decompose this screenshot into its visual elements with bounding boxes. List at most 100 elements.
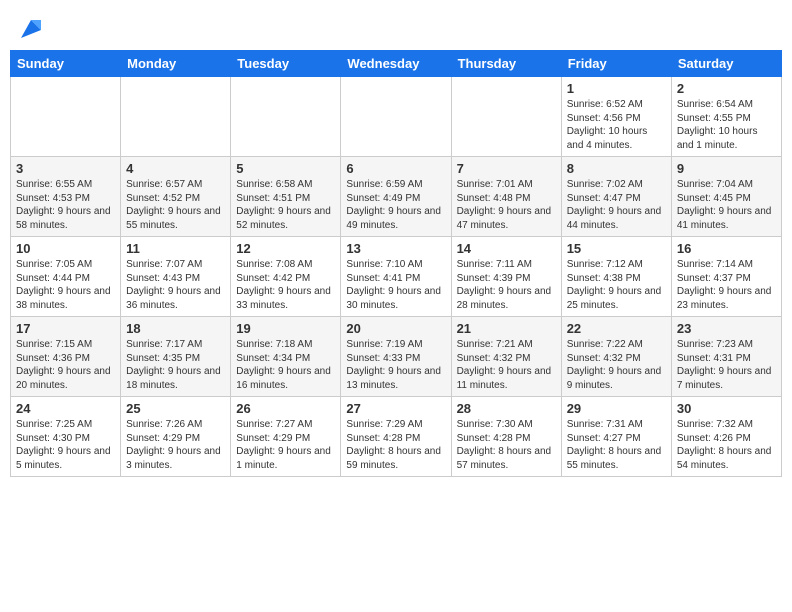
calendar-cell: 21Sunrise: 7:21 AM Sunset: 4:32 PM Dayli… [451, 317, 561, 397]
calendar-week-2: 3Sunrise: 6:55 AM Sunset: 4:53 PM Daylig… [11, 157, 782, 237]
calendar-cell: 5 Sunrise: 6:58 AM Sunset: 4:51 PM Daylig… [231, 157, 341, 237]
calendar-cell: 3Sunrise: 6:55 AM Sunset: 4:53 PM Daylig… [11, 157, 121, 237]
logo [10, 10, 45, 42]
day-number: 30 [677, 401, 776, 416]
day-number: 21 [457, 321, 556, 336]
day-number: 9 [677, 161, 776, 176]
weekday-header-friday: Friday [561, 51, 671, 77]
day-number: 17 [16, 321, 115, 336]
day-number: 10 [16, 241, 115, 256]
calendar-cell [341, 77, 451, 157]
calendar-cell: 26 Sunrise: 7:27 AM Sunset: 4:29 PM Dayli… [231, 397, 341, 477]
calendar-cell: 17 Sunrise: 7:15 AM Sunset: 4:36 PM Dayli… [11, 317, 121, 397]
day-info: Sunrise: 7:15 AM Sunset: 4:36 PM Dayligh… [16, 338, 115, 392]
calendar-cell: 2Sunrise: 6:54 AM Sunset: 4:55 PM Daylig… [671, 77, 781, 157]
calendar-week-3: 10 Sunrise: 7:05 AM Sunset: 4:44 PM Dayli… [11, 237, 782, 317]
calendar-cell [451, 77, 561, 157]
calendar-cell: 30 Sunrise: 7:32 AM Sunset: 4:26 PM Dayli… [671, 397, 781, 477]
calendar-cell: 14 Sunrise: 7:11 AM Sunset: 4:39 PM Dayli… [451, 237, 561, 317]
day-info: Sunrise: 7:01 AM Sunset: 4:48 PM Dayligh… [457, 178, 556, 232]
day-info: Sunrise: 7:02 AM Sunset: 4:47 PM Dayligh… [567, 178, 666, 232]
day-info: Sunrise: 7:25 AM Sunset: 4:30 PM Dayligh… [16, 418, 115, 472]
calendar-table: SundayMondayTuesdayWednesdayThursdayFrid… [10, 50, 782, 477]
calendar-cell: 29 Sunrise: 7:31 AM Sunset: 4:27 PM Dayli… [561, 397, 671, 477]
day-info: Sunrise: 7:30 AM Sunset: 4:28 PM Dayligh… [457, 418, 556, 472]
calendar-cell: 1 Sunrise: 6:52 AM Sunset: 4:56 PM Daylig… [561, 77, 671, 157]
logo-icon [13, 10, 45, 42]
weekday-header-saturday: Saturday [671, 51, 781, 77]
day-info: Sunrise: 7:18 AM Sunset: 4:34 PM Dayligh… [236, 338, 335, 392]
day-info: Sunrise: 7:05 AM Sunset: 4:44 PM Dayligh… [16, 258, 115, 312]
calendar-cell: 18 Sunrise: 7:17 AM Sunset: 4:35 PM Dayli… [121, 317, 231, 397]
day-number: 23 [677, 321, 776, 336]
day-number: 22 [567, 321, 666, 336]
calendar-cell [11, 77, 121, 157]
day-number: 19 [236, 321, 335, 336]
day-number: 7 [457, 161, 556, 176]
weekday-header-thursday: Thursday [451, 51, 561, 77]
day-info: Sunrise: 7:08 AM Sunset: 4:42 PM Dayligh… [236, 258, 335, 312]
day-info: Sunrise: 7:17 AM Sunset: 4:35 PM Dayligh… [126, 338, 225, 392]
calendar-cell: 28 Sunrise: 7:30 AM Sunset: 4:28 PM Dayli… [451, 397, 561, 477]
calendar-cell: 13 Sunrise: 7:10 AM Sunset: 4:41 PM Dayli… [341, 237, 451, 317]
weekday-header-sunday: Sunday [11, 51, 121, 77]
calendar-cell: 12 Sunrise: 7:08 AM Sunset: 4:42 PM Dayli… [231, 237, 341, 317]
calendar-cell: 4 Sunrise: 6:57 AM Sunset: 4:52 PM Daylig… [121, 157, 231, 237]
day-number: 6 [346, 161, 445, 176]
day-info: Sunrise: 7:32 AM Sunset: 4:26 PM Dayligh… [677, 418, 776, 472]
day-info: Sunrise: 6:55 AM Sunset: 4:53 PM Dayligh… [16, 178, 115, 232]
calendar-cell: 19 Sunrise: 7:18 AM Sunset: 4:34 PM Dayli… [231, 317, 341, 397]
day-info: Sunrise: 7:07 AM Sunset: 4:43 PM Dayligh… [126, 258, 225, 312]
calendar-cell: 22 Sunrise: 7:22 AM Sunset: 4:32 PM Dayli… [561, 317, 671, 397]
day-number: 1 [567, 81, 666, 96]
calendar-cell: 16Sunrise: 7:14 AM Sunset: 4:37 PM Dayli… [671, 237, 781, 317]
day-info: Sunrise: 7:22 AM Sunset: 4:32 PM Dayligh… [567, 338, 666, 392]
weekday-header-wednesday: Wednesday [341, 51, 451, 77]
day-number: 25 [126, 401, 225, 416]
day-info: Sunrise: 7:29 AM Sunset: 4:28 PM Dayligh… [346, 418, 445, 472]
calendar-cell [121, 77, 231, 157]
day-number: 26 [236, 401, 335, 416]
calendar-cell: 23 Sunrise: 7:23 AM Sunset: 4:31 PM Dayli… [671, 317, 781, 397]
day-number: 12 [236, 241, 335, 256]
calendar-cell: 20Sunrise: 7:19 AM Sunset: 4:33 PM Dayli… [341, 317, 451, 397]
calendar-cell: 15Sunrise: 7:12 AM Sunset: 4:38 PM Dayli… [561, 237, 671, 317]
day-info: Sunrise: 7:23 AM Sunset: 4:31 PM Dayligh… [677, 338, 776, 392]
day-number: 11 [126, 241, 225, 256]
calendar-cell: 10 Sunrise: 7:05 AM Sunset: 4:44 PM Dayli… [11, 237, 121, 317]
calendar-cell: 24Sunrise: 7:25 AM Sunset: 4:30 PM Dayli… [11, 397, 121, 477]
day-number: 16 [677, 241, 776, 256]
calendar-cell: 7 Sunrise: 7:01 AM Sunset: 4:48 PM Daylig… [451, 157, 561, 237]
day-info: Sunrise: 7:26 AM Sunset: 4:29 PM Dayligh… [126, 418, 225, 472]
calendar-week-5: 24Sunrise: 7:25 AM Sunset: 4:30 PM Dayli… [11, 397, 782, 477]
day-info: Sunrise: 6:59 AM Sunset: 4:49 PM Dayligh… [346, 178, 445, 232]
page: SundayMondayTuesdayWednesdayThursdayFrid… [0, 0, 792, 612]
day-number: 28 [457, 401, 556, 416]
day-info: Sunrise: 7:04 AM Sunset: 4:45 PM Dayligh… [677, 178, 776, 232]
day-info: Sunrise: 6:52 AM Sunset: 4:56 PM Dayligh… [567, 98, 666, 152]
calendar-cell: 25 Sunrise: 7:26 AM Sunset: 4:29 PM Dayli… [121, 397, 231, 477]
day-number: 5 [236, 161, 335, 176]
day-info: Sunrise: 6:58 AM Sunset: 4:51 PM Dayligh… [236, 178, 335, 232]
calendar-cell [231, 77, 341, 157]
day-number: 8 [567, 161, 666, 176]
calendar-cell: 27 Sunrise: 7:29 AM Sunset: 4:28 PM Dayli… [341, 397, 451, 477]
day-info: Sunrise: 6:54 AM Sunset: 4:55 PM Dayligh… [677, 98, 776, 152]
calendar-week-4: 17 Sunrise: 7:15 AM Sunset: 4:36 PM Dayli… [11, 317, 782, 397]
day-number: 13 [346, 241, 445, 256]
day-info: Sunrise: 7:11 AM Sunset: 4:39 PM Dayligh… [457, 258, 556, 312]
day-info: Sunrise: 6:57 AM Sunset: 4:52 PM Dayligh… [126, 178, 225, 232]
day-number: 29 [567, 401, 666, 416]
day-info: Sunrise: 7:31 AM Sunset: 4:27 PM Dayligh… [567, 418, 666, 472]
calendar-cell: 6 Sunrise: 6:59 AM Sunset: 4:49 PM Daylig… [341, 157, 451, 237]
day-number: 27 [346, 401, 445, 416]
day-number: 18 [126, 321, 225, 336]
day-info: Sunrise: 7:12 AM Sunset: 4:38 PM Dayligh… [567, 258, 666, 312]
day-number: 4 [126, 161, 225, 176]
day-info: Sunrise: 7:10 AM Sunset: 4:41 PM Dayligh… [346, 258, 445, 312]
weekday-header-tuesday: Tuesday [231, 51, 341, 77]
day-number: 14 [457, 241, 556, 256]
weekday-header-row: SundayMondayTuesdayWednesdayThursdayFrid… [11, 51, 782, 77]
header [10, 10, 782, 42]
day-info: Sunrise: 7:27 AM Sunset: 4:29 PM Dayligh… [236, 418, 335, 472]
